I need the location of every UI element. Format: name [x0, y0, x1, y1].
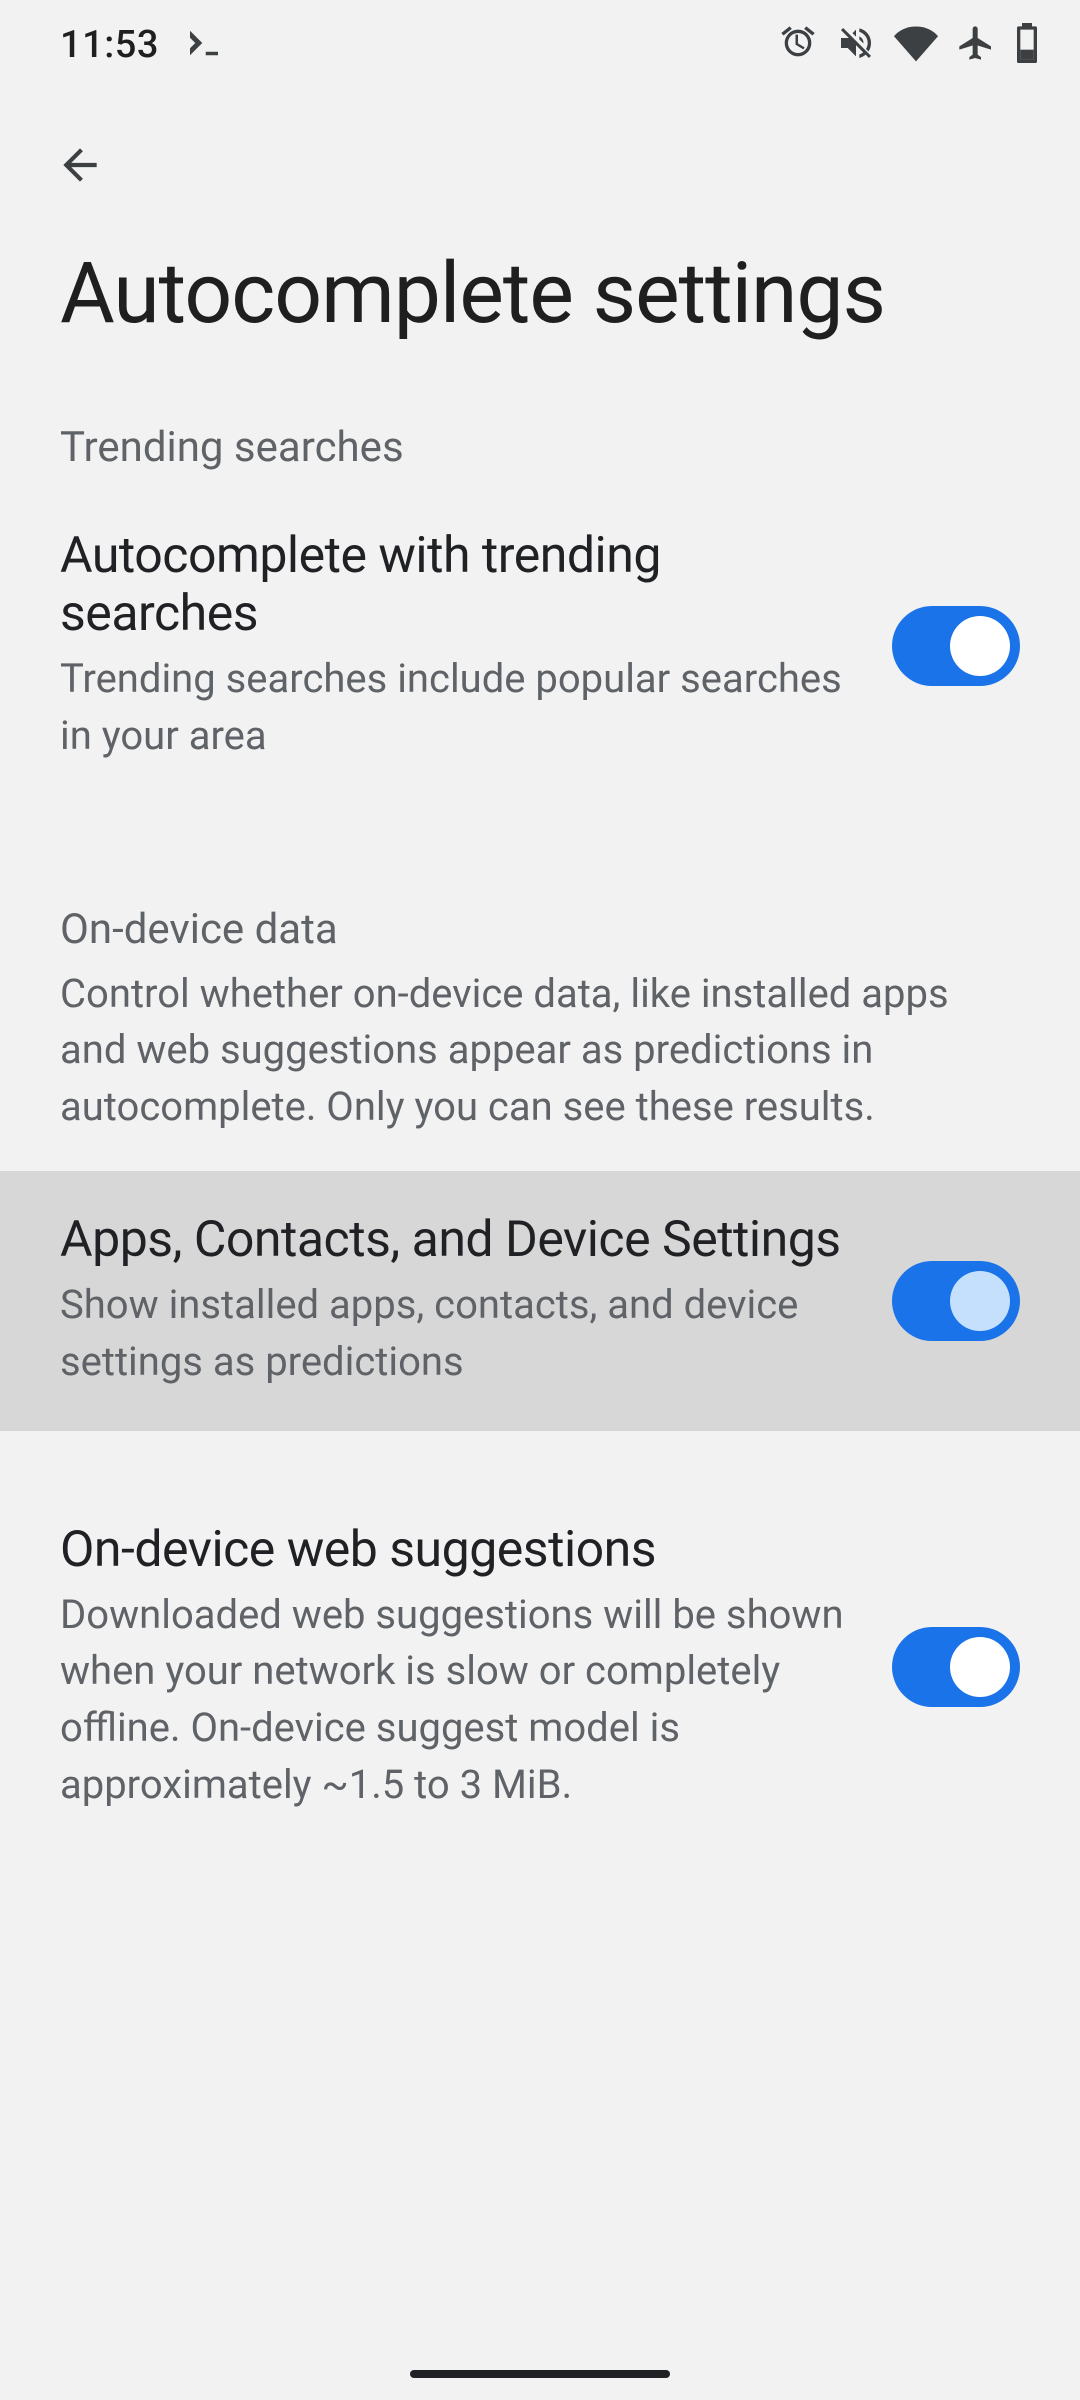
section-description: Control whether on-device data, like ins… [60, 954, 1020, 1136]
back-icon[interactable] [55, 175, 105, 194]
status-icons-right [778, 21, 1040, 69]
toggle-knob [950, 1637, 1010, 1697]
status-bar: 11:53 [0, 0, 1080, 90]
wifi-icon [894, 21, 938, 69]
section-header-ondevice: On-device data Control whether on-device… [0, 895, 1080, 1151]
setting-title: Autocomplete with trending searches [60, 527, 852, 643]
setting-subtitle: Trending searches include popular search… [60, 643, 852, 765]
setting-subtitle: Show installed apps, contacts, and devic… [60, 1269, 852, 1391]
setting-text: Apps, Contacts, and Device Settings Show… [60, 1211, 852, 1391]
alarm-icon [778, 23, 818, 67]
app-bar [0, 90, 1080, 234]
section-title: On-device data [60, 905, 1020, 954]
spacer [0, 1431, 1080, 1481]
toggle-knob [950, 616, 1010, 676]
setting-apps-contacts[interactable]: Apps, Contacts, and Device Settings Show… [0, 1171, 1080, 1431]
setting-text: On-device web suggestions Downloaded web… [60, 1521, 852, 1814]
spacer [0, 1151, 1080, 1171]
status-left: 11:53 [60, 22, 225, 68]
toggle-knob [950, 1271, 1010, 1331]
battery-icon [1014, 23, 1040, 67]
setting-ondevice-web[interactable]: On-device web suggestions Downloaded web… [0, 1481, 1080, 1854]
section-header-trending: Trending searches [0, 413, 1080, 487]
setting-subtitle: Downloaded web suggestions will be shown… [60, 1579, 852, 1814]
toggle-apps-contacts[interactable] [892, 1261, 1020, 1341]
toggle-trending[interactable] [892, 606, 1020, 686]
terminal-icon [183, 22, 225, 68]
section-title: Trending searches [60, 423, 1020, 472]
page-title: Autocomplete settings [0, 234, 1080, 413]
mute-icon [836, 23, 876, 67]
setting-title: Apps, Contacts, and Device Settings [60, 1211, 852, 1269]
status-time: 11:53 [60, 23, 159, 67]
setting-title: On-device web suggestions [60, 1521, 852, 1579]
spacer [0, 805, 1080, 895]
airplane-icon [956, 23, 996, 67]
toggle-ondevice-web[interactable] [892, 1627, 1020, 1707]
setting-autocomplete-trending[interactable]: Autocomplete with trending searches Tren… [0, 487, 1080, 805]
setting-text: Autocomplete with trending searches Tren… [60, 527, 852, 765]
home-indicator[interactable] [410, 2370, 670, 2378]
